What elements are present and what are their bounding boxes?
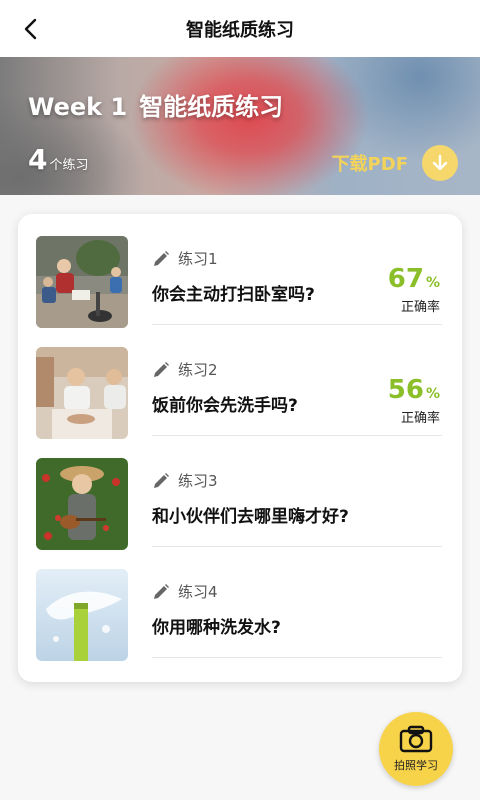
exercise-count: 4 个练习 [28, 143, 89, 176]
exercise-count-number: 4 [28, 143, 48, 176]
download-pdf-button[interactable]: 下载PDF [332, 145, 458, 181]
exercise-list-card: 练习1 你会主动打扫卧室吗? 67% 正确率 练习2 饭前你会先洗手吗? 56 … [18, 214, 462, 682]
exercise-item-4[interactable]: 练习4 你用哪种洗发水? [18, 547, 462, 661]
week-label: Week 1 [28, 93, 128, 121]
accuracy-score: 56% 正确率 [388, 375, 440, 426]
camera-icon [399, 725, 433, 753]
accuracy-percent: 67% [387, 264, 440, 294]
pencil-icon [154, 361, 169, 377]
exercise-label: 练习2 [152, 359, 218, 380]
exercise-label: 练习3 [152, 470, 218, 491]
exercise-question: 你会主动打扫卧室吗? [152, 285, 315, 305]
page-title: 智能纸质练习 [186, 19, 294, 41]
pencil-icon [154, 583, 169, 599]
accuracy-percent: 56% [387, 375, 440, 405]
exercise-thumbnail [36, 347, 128, 439]
week-subtitle: 智能纸质练习 [139, 93, 284, 121]
pencil-icon [154, 250, 169, 266]
exercise-question: 饭前你会先洗手吗? [152, 396, 298, 416]
photo-study-label: 拍照学习 [394, 759, 438, 772]
divider [152, 657, 442, 658]
exercise-item-1[interactable]: 练习1 你会主动打扫卧室吗? 67% 正确率 [18, 214, 462, 328]
exercise-question: 你用哪种洗发水? [152, 618, 281, 638]
download-icon [422, 145, 458, 181]
chevron-left-icon[interactable] [18, 16, 44, 42]
exercise-thumbnail [36, 569, 128, 661]
exercise-question: 和小伙伴们去哪里嗨才好? [152, 507, 349, 527]
photo-study-button[interactable]: 拍照学习 [379, 712, 453, 786]
exercise-thumbnail [36, 458, 128, 550]
top-nav-bar: 智能纸质练习 [0, 0, 480, 57]
pencil-icon [154, 472, 169, 488]
exercise-label: 练习4 [152, 581, 218, 602]
exercise-item-2[interactable]: 练习2 饭前你会先洗手吗? 56% 正确率 [18, 325, 462, 439]
exercise-label: 练习1 [152, 248, 218, 269]
exercise-item-3[interactable]: 练习3 和小伙伴们去哪里嗨才好? [18, 436, 462, 550]
accuracy-score: 67% 正确率 [388, 264, 440, 315]
accuracy-label: 正确率 [400, 300, 440, 315]
exercise-thumbnail [36, 236, 128, 328]
exercise-count-unit: 个练习 [49, 158, 89, 173]
week-banner: Week 1 智能纸质练习 4 个练习 下载PDF [0, 57, 480, 195]
download-pdf-label: 下载PDF [331, 154, 408, 175]
week-heading: Week 1 智能纸质练习 [28, 87, 283, 122]
accuracy-label: 正确率 [400, 411, 440, 426]
